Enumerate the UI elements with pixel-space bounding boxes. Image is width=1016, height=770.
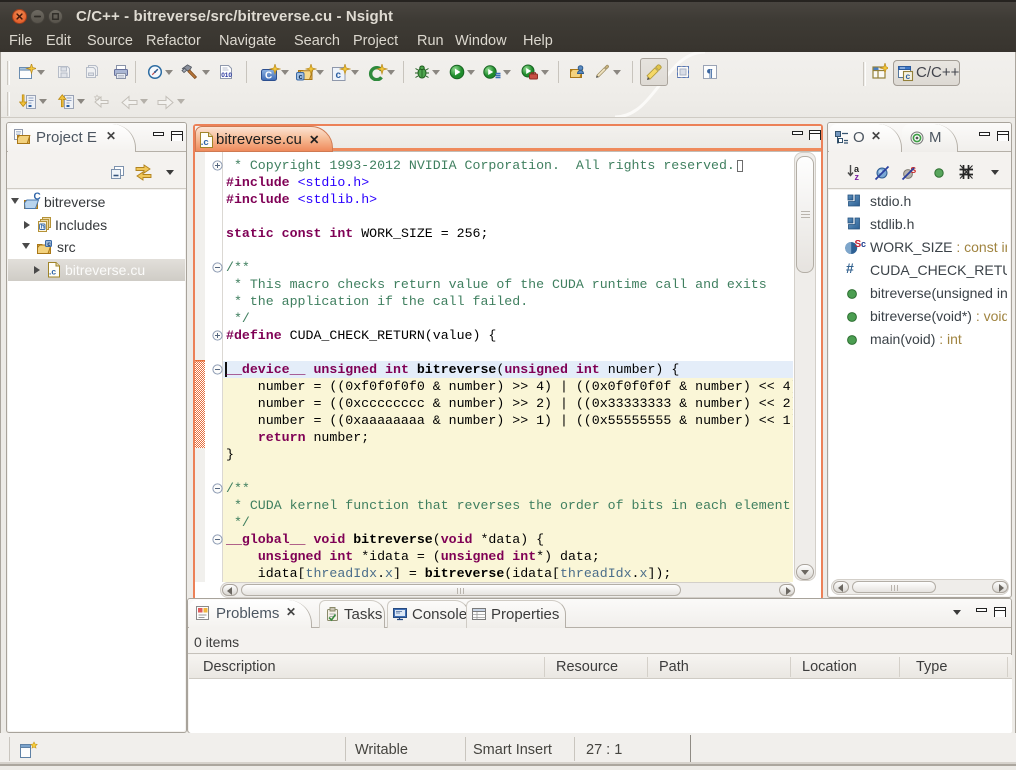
svg-text:.c: .c bbox=[201, 137, 209, 148]
svg-text:c: c bbox=[47, 241, 51, 248]
svg-text:010: 010 bbox=[221, 72, 232, 79]
svg-text:c: c bbox=[336, 70, 342, 81]
svg-text:c: c bbox=[906, 71, 911, 81]
svg-text:z: z bbox=[855, 172, 860, 181]
svg-text:c: c bbox=[299, 72, 303, 81]
svg-text:C: C bbox=[265, 71, 272, 82]
svg-text:h: h bbox=[41, 223, 45, 230]
svg-text:.c: .c bbox=[49, 267, 56, 277]
svg-text:C: C bbox=[34, 192, 41, 203]
svg-text:¶: ¶ bbox=[707, 66, 713, 80]
svg-text:c: c bbox=[861, 239, 866, 249]
